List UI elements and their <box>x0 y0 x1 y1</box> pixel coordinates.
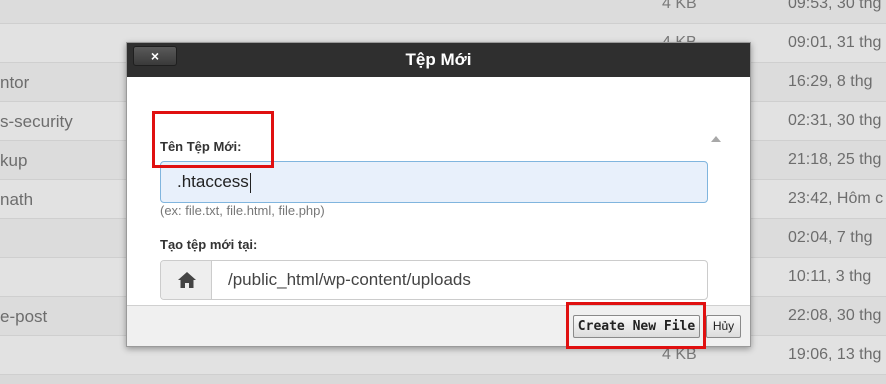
file-name: e-post <box>0 307 48 326</box>
file-date: 09:01, 31 thg <box>788 34 882 51</box>
home-icon <box>178 272 196 288</box>
create-button-highlight-box <box>566 302 706 349</box>
file-date: 22:08, 30 thg <box>788 307 882 324</box>
filename-value: .htaccess <box>177 172 249 191</box>
home-addon[interactable] <box>161 261 212 299</box>
file-name: s-security <box>0 112 73 131</box>
table-row[interactable]: 4 KB 09:53, 30 thg <box>0 0 886 24</box>
file-name: ntor <box>0 73 30 92</box>
file-date: 16:29, 8 thg <box>788 73 873 90</box>
file-date: 21:18, 25 thg <box>788 151 882 168</box>
file-date: 09:53, 30 thg <box>788 0 882 12</box>
filename-highlight-box <box>152 111 274 168</box>
close-icon: × <box>150 48 160 64</box>
scroll-up-arrow-icon[interactable] <box>711 136 721 142</box>
close-button[interactable]: × <box>133 46 177 66</box>
file-date: 02:04, 7 thg <box>788 229 873 246</box>
dialog-header: Tệp Mới × <box>127 43 750 77</box>
file-name: nath <box>0 190 34 209</box>
file-date: 19:06, 13 thg <box>788 346 882 363</box>
dialog-scrollbar[interactable] <box>708 132 728 319</box>
location-field[interactable]: /public_html/wp-content/uploads <box>160 260 708 300</box>
location-value: /public_html/wp-content/uploads <box>228 270 471 289</box>
file-date: 10:11, 3 thg <box>788 268 872 285</box>
file-date: 02:31, 30 thg <box>788 112 882 129</box>
dialog-title: Tệp Mới <box>405 50 472 69</box>
location-label: Tạo tệp mới tại: <box>160 237 258 252</box>
file-date: 23:42, Hôm c <box>788 190 884 207</box>
file-name: kup <box>0 151 28 170</box>
cancel-button[interactable]: Hủy <box>706 315 741 338</box>
file-size: 4 KB <box>662 0 697 12</box>
filename-hint: (ex: file.txt, file.html, file.php) <box>160 203 325 218</box>
